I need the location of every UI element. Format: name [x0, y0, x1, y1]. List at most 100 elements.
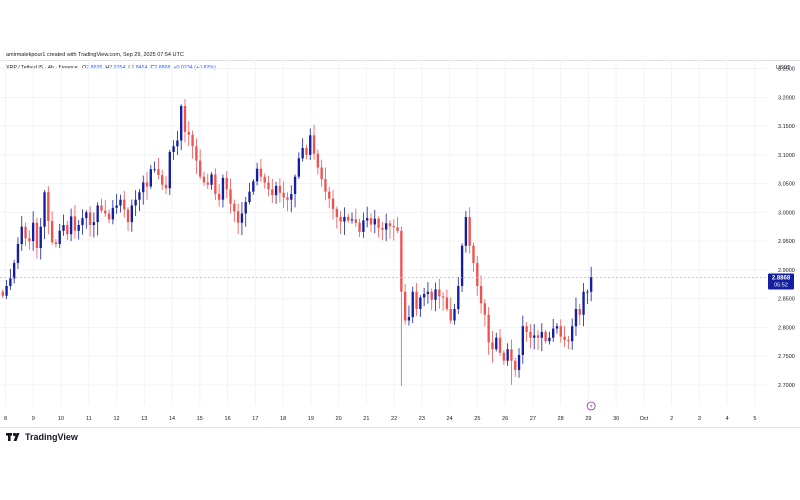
date-tick-label: 15 — [197, 416, 203, 422]
candle-body — [123, 199, 126, 210]
candle-body — [552, 328, 555, 338]
date-tick-label: 16 — [225, 416, 231, 422]
candle-body — [172, 146, 175, 152]
candle-body — [529, 331, 532, 338]
candle-body — [514, 360, 517, 370]
price-tick-label: 3.2500 — [778, 67, 795, 73]
date-tick-label: 18 — [280, 416, 286, 422]
price-tick-label: 2.7000 — [778, 383, 795, 389]
date-tick-label: 20 — [336, 416, 342, 422]
date-tick-label: 11 — [86, 416, 92, 422]
date-tick-label: 22 — [391, 416, 397, 422]
candle-body — [225, 177, 228, 190]
candle-body — [267, 182, 270, 190]
candle-body — [422, 294, 426, 298]
candle-body — [1, 291, 4, 296]
candle-body — [35, 222, 39, 249]
date-tick-label: 23 — [419, 416, 425, 422]
candle-body — [570, 326, 574, 342]
candle-body — [502, 352, 506, 361]
date-tick-label: 9 — [32, 416, 35, 422]
tradingview-brand[interactable]: TradingView — [6, 432, 78, 442]
candle-body — [297, 158, 301, 177]
candle-body — [582, 291, 585, 315]
marker-layer — [0, 277, 766, 411]
candle-body — [111, 207, 115, 220]
candle-body — [426, 291, 430, 295]
candle-body — [145, 182, 149, 187]
candle-body — [487, 314, 490, 343]
candle-body — [316, 153, 320, 168]
candle-body — [255, 168, 259, 182]
date-tick-label: 13 — [141, 416, 147, 422]
candle-body — [263, 176, 266, 183]
candlestick-chart[interactable]: 3.2500 3.2000 3.1500 3.1000 3.0500 3.0000 2.95… — [0, 0, 800, 500]
date-tick-label: 10 — [58, 416, 64, 422]
candle-body — [278, 185, 282, 193]
candle-body — [533, 335, 536, 338]
date-tick-label: 29 — [585, 416, 591, 422]
candle-body — [195, 146, 198, 161]
candle-body — [479, 285, 483, 304]
candle-body — [510, 349, 513, 361]
candle-body — [586, 291, 589, 293]
candle-body — [362, 220, 365, 232]
candle-body — [392, 226, 395, 228]
candle-body — [453, 308, 456, 321]
last-price-value: 2.8868 — [772, 275, 791, 281]
candle-body — [419, 297, 422, 309]
candle-body — [138, 192, 141, 200]
candle-body — [244, 202, 247, 214]
candle-body — [366, 218, 369, 221]
candle-body — [271, 189, 274, 196]
grid-layer — [0, 60, 766, 405]
price-tick-label: 2.7500 — [778, 354, 795, 360]
candle-body — [324, 179, 327, 192]
candle-body — [233, 203, 236, 212]
candle-body — [28, 238, 31, 242]
candle-body — [400, 230, 403, 292]
date-tick-label: 25 — [474, 416, 480, 422]
candle-body — [31, 222, 35, 242]
candle-body — [187, 131, 190, 135]
candle-body — [236, 211, 240, 223]
candle-body — [69, 216, 73, 235]
candle-body — [411, 291, 414, 318]
candle-body — [343, 216, 346, 222]
candle-body — [107, 213, 111, 220]
date-tick-label: 28 — [558, 416, 564, 422]
candle-body — [589, 277, 593, 292]
candle-body — [396, 227, 399, 231]
candle-body — [445, 297, 449, 309]
candle-body — [388, 223, 392, 227]
candle-body — [85, 212, 88, 219]
candle-body — [449, 308, 452, 321]
date-tick-label: 2 — [670, 416, 673, 422]
candle-body — [574, 308, 578, 327]
candle-body — [495, 337, 498, 350]
last-price-layer: 2.8868 05:52 — [768, 273, 794, 290]
candle-body — [476, 262, 479, 286]
axis-layer: 3.2500 3.2000 3.1500 3.1000 3.0500 3.0000 2.95… — [4, 67, 795, 422]
candle-body — [301, 147, 304, 159]
candle-body — [62, 225, 65, 231]
candle-body — [464, 216, 468, 246]
candle-body — [100, 205, 103, 211]
date-tick-label: 8 — [4, 416, 7, 422]
candle-body — [335, 208, 338, 217]
candle-body — [104, 210, 107, 214]
price-tick-label: 3.1000 — [778, 153, 795, 159]
candle-body — [555, 326, 559, 329]
candle-body — [441, 296, 445, 298]
price-tick-label: 3.1500 — [778, 124, 795, 130]
candle-body — [293, 176, 297, 194]
candle-body — [384, 223, 388, 230]
candle-body — [320, 167, 323, 180]
candle-body — [81, 218, 84, 226]
candle-body — [525, 326, 528, 332]
candle-body — [354, 219, 357, 223]
candle-body — [92, 222, 96, 226]
candle-body — [206, 182, 209, 185]
candle-body — [153, 169, 156, 171]
candle-body — [20, 226, 23, 244]
